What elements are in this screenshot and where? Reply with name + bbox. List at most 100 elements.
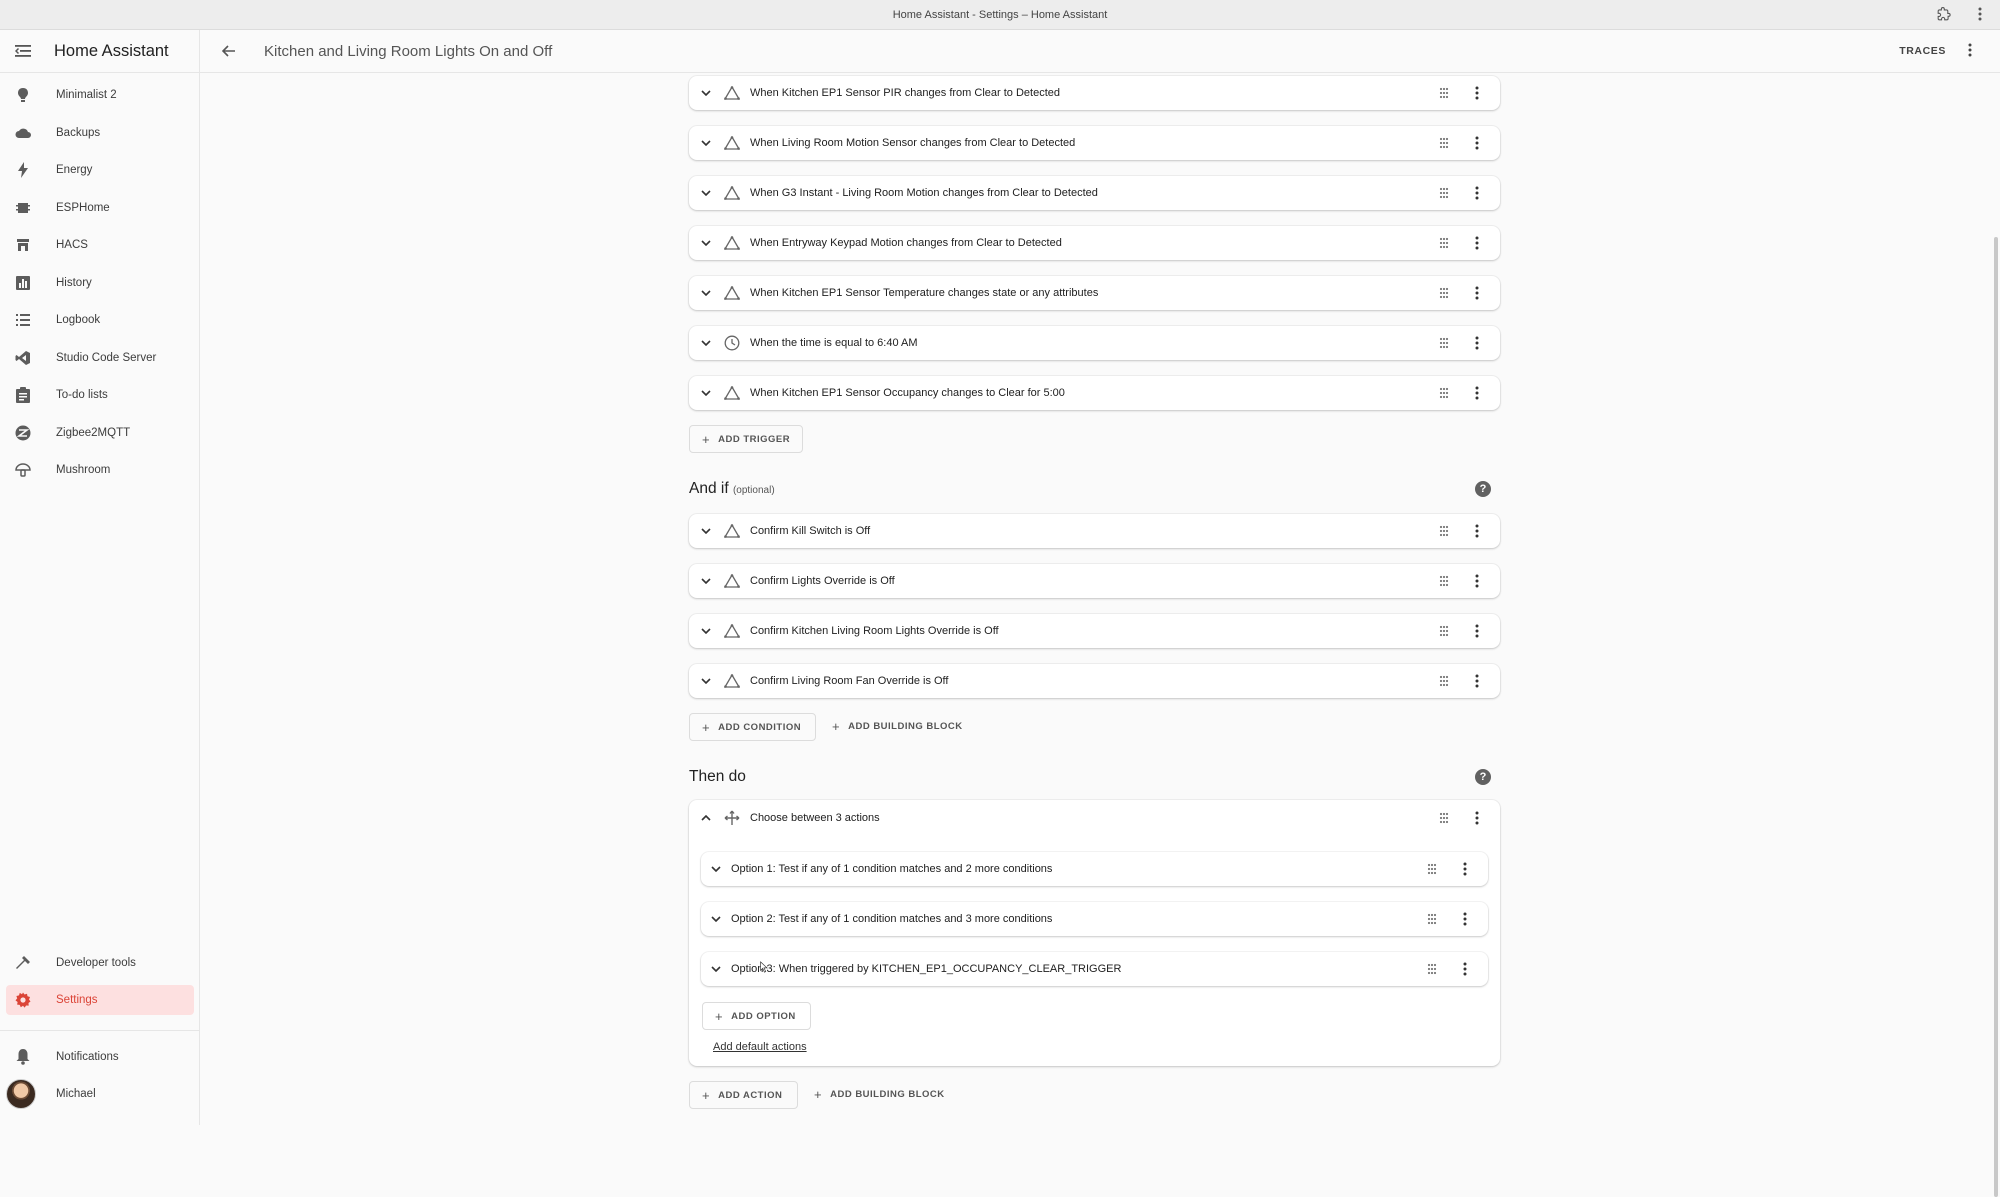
trigger-row[interactable]: When Kitchen EP1 Sensor Occupancy change…	[689, 376, 1500, 410]
sidebar-item-developer-tools[interactable]: Developer tools	[6, 948, 194, 978]
drag-handle-icon[interactable]	[1438, 287, 1450, 299]
sidebar-item-history[interactable]: History	[6, 268, 194, 298]
chevron-down-icon[interactable]	[709, 862, 723, 876]
trigger-row[interactable]: When the time is equal to 6:40 AM	[689, 326, 1500, 360]
chevron-down-icon[interactable]	[699, 136, 713, 150]
condition-row[interactable]: Confirm Living Room Fan Override is Off	[689, 664, 1500, 698]
scrollbar-thumb[interactable]	[1994, 237, 1998, 1197]
more-options-icon[interactable]	[1468, 809, 1486, 827]
extensions-icon[interactable]	[1936, 6, 1952, 22]
chevron-down-icon[interactable]	[699, 336, 713, 350]
more-options-icon[interactable]	[1468, 622, 1486, 640]
trigger-row[interactable]: When Kitchen EP1 Sensor PIR changes from…	[689, 76, 1500, 110]
back-arrow-icon[interactable]	[218, 40, 240, 62]
more-options-icon[interactable]	[1456, 960, 1474, 978]
add-building-block-button[interactable]: + ADD BUILDING BLOCK	[820, 713, 963, 739]
sidebar-item-minimalist-2[interactable]: Minimalist 2	[6, 80, 194, 110]
more-options-icon[interactable]	[1468, 334, 1486, 352]
menu-toggle-icon[interactable]	[12, 40, 34, 62]
chevron-down-icon[interactable]	[699, 386, 713, 400]
chevron-down-icon[interactable]	[699, 86, 713, 100]
chevron-down-icon[interactable]	[709, 912, 723, 926]
conditions-help-icon[interactable]: ?	[1475, 481, 1491, 497]
drag-handle-icon[interactable]	[1438, 812, 1450, 824]
traces-button[interactable]: TRACES	[1899, 45, 1946, 57]
add-action-button[interactable]: + ADD ACTION	[689, 1081, 798, 1109]
condition-row[interactable]: Confirm Kill Switch is Off	[689, 514, 1500, 548]
chevron-down-icon[interactable]	[699, 286, 713, 300]
add-action-building-block-label: ADD BUILDING BLOCK	[830, 1088, 945, 1100]
add-option-button[interactable]: + ADD OPTION	[702, 1002, 811, 1030]
trigger-row[interactable]: When Living Room Motion Sensor changes f…	[689, 126, 1500, 160]
more-options-icon[interactable]	[1468, 134, 1486, 152]
more-options-icon[interactable]	[1456, 910, 1474, 928]
chevron-down-icon[interactable]	[699, 186, 713, 200]
more-options-icon[interactable]	[1468, 572, 1486, 590]
add-default-actions-link[interactable]: Add default actions	[713, 1041, 807, 1053]
drag-handle-icon[interactable]	[1438, 137, 1450, 149]
sidebar-item-notifications[interactable]: Notifications	[6, 1042, 194, 1072]
sidebar-item-settings[interactable]: Settings	[6, 985, 194, 1015]
sidebar-item-energy[interactable]: Energy	[6, 155, 194, 185]
more-options-icon[interactable]	[1468, 234, 1486, 252]
sidebar-item-mushroom[interactable]: Mushroom	[6, 455, 194, 485]
choose-action-card: Choose between 3 actions Option 1: Test …	[689, 800, 1500, 1066]
more-options-icon[interactable]	[1468, 384, 1486, 402]
add-trigger-label: ADD TRIGGER	[718, 433, 791, 445]
chevron-down-icon[interactable]	[699, 674, 713, 688]
sidebar-item-backups[interactable]: Backups	[6, 118, 194, 148]
sidebar-item-esphome[interactable]: ESPHome	[6, 193, 194, 223]
actions-help-icon[interactable]: ?	[1475, 769, 1491, 785]
option-row[interactable]: Option 2: Test if any of 1 condition mat…	[701, 902, 1488, 936]
trigger-row-label: When the time is equal to 6:40 AM	[750, 337, 918, 349]
sidebar-title: Home Assistant	[54, 41, 169, 60]
more-options-icon[interactable]	[1468, 84, 1486, 102]
option-row[interactable]: Option 1: Test if any of 1 condition mat…	[701, 852, 1488, 886]
drag-handle-icon[interactable]	[1438, 575, 1450, 587]
condition-row[interactable]: Confirm Lights Override is Off	[689, 564, 1500, 598]
drag-handle-icon[interactable]	[1438, 625, 1450, 637]
sidebar-item-logbook[interactable]: Logbook	[6, 305, 194, 335]
drag-handle-icon[interactable]	[1438, 87, 1450, 99]
sidebar-item-zigbee2mqtt[interactable]: Zigbee2MQTT	[6, 418, 194, 448]
choose-action-header[interactable]: Choose between 3 actions	[689, 800, 1500, 836]
sidebar-header: Home Assistant	[0, 30, 199, 73]
chevron-down-icon[interactable]	[699, 574, 713, 588]
chevron-down-icon[interactable]	[699, 236, 713, 250]
more-options-icon[interactable]	[1468, 672, 1486, 690]
option-row[interactable]: Option 3: When triggered by KITCHEN_EP1_…	[701, 952, 1488, 986]
add-trigger-button[interactable]: + ADD TRIGGER	[689, 425, 803, 453]
drag-handle-icon[interactable]	[1438, 237, 1450, 249]
trigger-row[interactable]: When Kitchen EP1 Sensor Temperature chan…	[689, 276, 1500, 310]
more-options-icon[interactable]	[1456, 860, 1474, 878]
drag-handle-icon[interactable]	[1438, 337, 1450, 349]
sidebar-item-hacs[interactable]: HACS	[6, 230, 194, 260]
add-condition-button[interactable]: + ADD CONDITION	[689, 713, 816, 741]
chevron-down-icon[interactable]	[699, 524, 713, 538]
drag-handle-icon[interactable]	[1438, 387, 1450, 399]
sidebar-item-profile[interactable]: Michael	[6, 1079, 194, 1109]
drag-handle-icon[interactable]	[1426, 863, 1438, 875]
sidebar-item-todo-lists[interactable]: To-do lists	[6, 380, 194, 410]
option-row-label: Option 3: When triggered by KITCHEN_EP1_…	[731, 963, 1122, 975]
drag-handle-icon[interactable]	[1438, 675, 1450, 687]
chevron-down-icon[interactable]	[709, 962, 723, 976]
chevron-up-icon[interactable]	[699, 811, 713, 825]
drag-handle-icon[interactable]	[1426, 963, 1438, 975]
browser-menu-icon[interactable]	[1972, 6, 1988, 22]
condition-row[interactable]: Confirm Kitchen Living Room Lights Overr…	[689, 614, 1500, 648]
trigger-row[interactable]: When G3 Instant - Living Room Motion cha…	[689, 176, 1500, 210]
more-options-icon[interactable]	[1468, 184, 1486, 202]
sidebar-item-studio-code-server[interactable]: Studio Code Server	[6, 343, 194, 373]
chevron-down-icon[interactable]	[699, 624, 713, 638]
sidebar: Home Assistant Minimalist 2 Backups Ener…	[0, 30, 200, 1125]
drag-handle-icon[interactable]	[1438, 525, 1450, 537]
drag-handle-icon[interactable]	[1426, 913, 1438, 925]
more-options-icon[interactable]	[1960, 40, 1980, 60]
add-action-building-block-button[interactable]: + ADD BUILDING BLOCK	[802, 1081, 945, 1107]
more-options-icon[interactable]	[1468, 284, 1486, 302]
scrollbar[interactable]	[1990, 72, 2000, 1197]
drag-handle-icon[interactable]	[1438, 187, 1450, 199]
trigger-row[interactable]: When Entryway Keypad Motion changes from…	[689, 226, 1500, 260]
more-options-icon[interactable]	[1468, 522, 1486, 540]
